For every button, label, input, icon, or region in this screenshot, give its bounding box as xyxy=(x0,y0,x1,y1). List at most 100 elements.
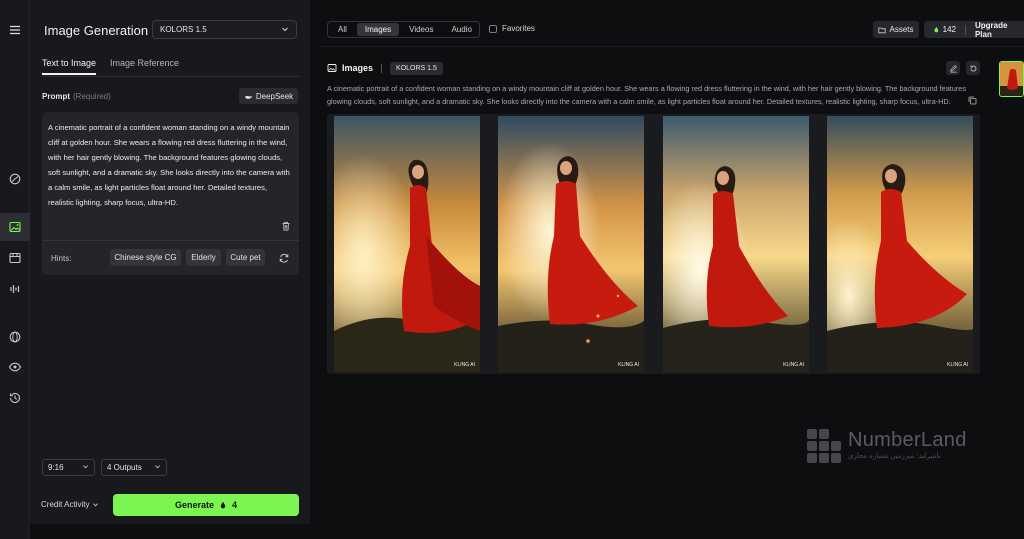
header-divider xyxy=(318,46,1024,47)
chevron-down-icon xyxy=(154,463,161,472)
hints-divider xyxy=(42,240,299,241)
pencil-icon xyxy=(949,64,957,72)
generated-image-art xyxy=(334,116,480,372)
model-select[interactable]: KOLORS 1.5 xyxy=(152,20,297,39)
result-title: Images xyxy=(342,63,374,73)
sphere-icon xyxy=(9,331,21,343)
numberland-brand: NumberLand xyxy=(848,429,967,451)
image-icon xyxy=(327,64,337,72)
thumbnail-art xyxy=(1000,62,1023,96)
credits-count: 142 xyxy=(942,25,957,34)
filter-audio[interactable]: Audio xyxy=(443,23,479,36)
credit-activity-label: Credit Activity xyxy=(41,500,90,509)
aspect-ratio-select[interactable]: 9:16 xyxy=(42,459,95,476)
generate-cost: 4 xyxy=(232,500,238,510)
numberland-watermark: NumberLand نامبرلند؛ سرزمین شماره مجازی xyxy=(806,428,976,468)
generate-label: Generate xyxy=(174,500,214,510)
image-watermark: KLING AI xyxy=(454,362,475,368)
result-model-badge: KOLORS 1.5 xyxy=(390,61,443,75)
image-watermark: KLING AI xyxy=(947,362,968,368)
prompt-label-text: Prompt xyxy=(42,92,70,101)
chevron-down-icon xyxy=(281,25,289,35)
mode-tabs: Text to Image Image Reference xyxy=(42,58,302,78)
favorites-checkbox[interactable] xyxy=(489,24,497,33)
tabs-divider xyxy=(42,76,300,77)
prompt-text[interactable]: A cinematic portrait of a confident woma… xyxy=(48,120,294,210)
menu-button[interactable] xyxy=(0,16,30,44)
rail-item-eye[interactable] xyxy=(0,353,30,381)
credits-separator xyxy=(965,24,966,35)
result-prompt: A cinematic portrait of a confident woma… xyxy=(327,84,966,106)
clear-prompt-button[interactable] xyxy=(280,220,292,232)
prompt-required-text: (Required) xyxy=(73,92,111,101)
panel-header: Image Generation KOLORS 1.5 xyxy=(44,20,297,40)
menu-icon xyxy=(10,25,20,35)
credit-drop-icon xyxy=(220,501,226,509)
result-header: Images KOLORS 1.5 xyxy=(327,61,443,75)
image-watermark: KLING AI xyxy=(783,362,804,368)
rail-item-history[interactable] xyxy=(0,384,30,412)
media-filter-group: All Images Videos Audio xyxy=(327,21,480,38)
rotate-icon xyxy=(970,64,976,71)
rail-item-audio[interactable] xyxy=(0,275,30,303)
tab-image-reference[interactable]: Image Reference xyxy=(110,58,179,73)
generated-image-4[interactable]: KLING AI xyxy=(827,116,973,372)
rail-item-image[interactable] xyxy=(0,213,30,241)
assets-label: Assets xyxy=(889,25,914,34)
audio-icon xyxy=(10,285,20,293)
left-icon-rail xyxy=(0,0,30,539)
deepseek-label: DeepSeek xyxy=(255,91,294,101)
copy-prompt-button[interactable] xyxy=(968,96,977,105)
regenerate-button[interactable] xyxy=(966,61,980,75)
generate-button[interactable]: Generate 4 xyxy=(113,494,299,516)
copy-icon xyxy=(968,96,977,105)
filter-videos[interactable]: Videos xyxy=(401,23,441,36)
numberland-tagline: نامبرلند؛ سرزمین شماره مجازی xyxy=(848,453,941,460)
filter-all[interactable]: All xyxy=(330,23,355,36)
panel-title: Image Generation xyxy=(44,22,149,38)
credit-activity-button[interactable]: Credit Activity xyxy=(41,500,99,509)
generated-image-art xyxy=(498,116,644,372)
deepseek-button[interactable]: DeepSeek xyxy=(239,88,298,104)
edit-button[interactable] xyxy=(946,61,960,75)
generated-image-art xyxy=(827,116,973,372)
refresh-icon xyxy=(279,253,289,263)
prompt-textarea[interactable]: A cinematic portrait of a confident woma… xyxy=(42,112,299,275)
upgrade-plan-link[interactable]: Upgrade Plan xyxy=(975,21,1024,39)
hint-chip-chinese-style[interactable]: Chinese style CG xyxy=(110,249,181,266)
chevron-down-icon xyxy=(93,503,99,507)
outputs-select[interactable]: 4 Outputs xyxy=(101,459,167,476)
generated-image-2[interactable]: KLING AI xyxy=(498,116,644,372)
rail-item-sphere[interactable] xyxy=(0,323,30,351)
rail-item-video[interactable] xyxy=(0,244,30,272)
result-header-separator xyxy=(381,63,383,73)
palette-icon xyxy=(9,173,21,185)
outputs-value: 4 Outputs xyxy=(107,463,142,472)
assets-button[interactable]: Assets xyxy=(873,21,919,38)
chevron-down-icon xyxy=(82,463,89,472)
video-icon xyxy=(9,252,21,264)
generated-image-art xyxy=(663,116,809,372)
tab-text-to-image[interactable]: Text to Image xyxy=(42,58,97,75)
credit-drop-icon xyxy=(934,26,939,33)
image-icon xyxy=(9,221,21,233)
model-select-value: KOLORS 1.5 xyxy=(160,25,207,34)
history-icon xyxy=(9,392,21,404)
folder-icon xyxy=(878,27,887,33)
hint-chip-elderly[interactable]: Elderly xyxy=(186,249,221,266)
hint-chip-cute-pet[interactable]: Cute pet xyxy=(226,249,265,266)
rail-item-palette[interactable] xyxy=(0,165,30,193)
generated-image-3[interactable]: KLING AI xyxy=(663,116,809,372)
generated-image-1[interactable]: KLING AI xyxy=(334,116,480,372)
trash-icon xyxy=(282,221,290,231)
credits-upgrade-bar[interactable]: 142 Upgrade Plan xyxy=(924,21,1024,39)
refresh-hints-button[interactable] xyxy=(278,252,290,264)
filter-images[interactable]: Images xyxy=(356,23,400,36)
numberland-logo xyxy=(806,428,842,464)
image-watermark: KLING AI xyxy=(618,362,639,368)
whale-icon xyxy=(244,95,252,99)
image-gallery: KLING AI KLING AI KLING AI KLING AI xyxy=(327,114,980,374)
history-thumbnail[interactable] xyxy=(999,61,1024,97)
favorites-toggle[interactable]: Favorites xyxy=(489,24,535,33)
prompt-label: Prompt (Required) xyxy=(42,92,111,101)
